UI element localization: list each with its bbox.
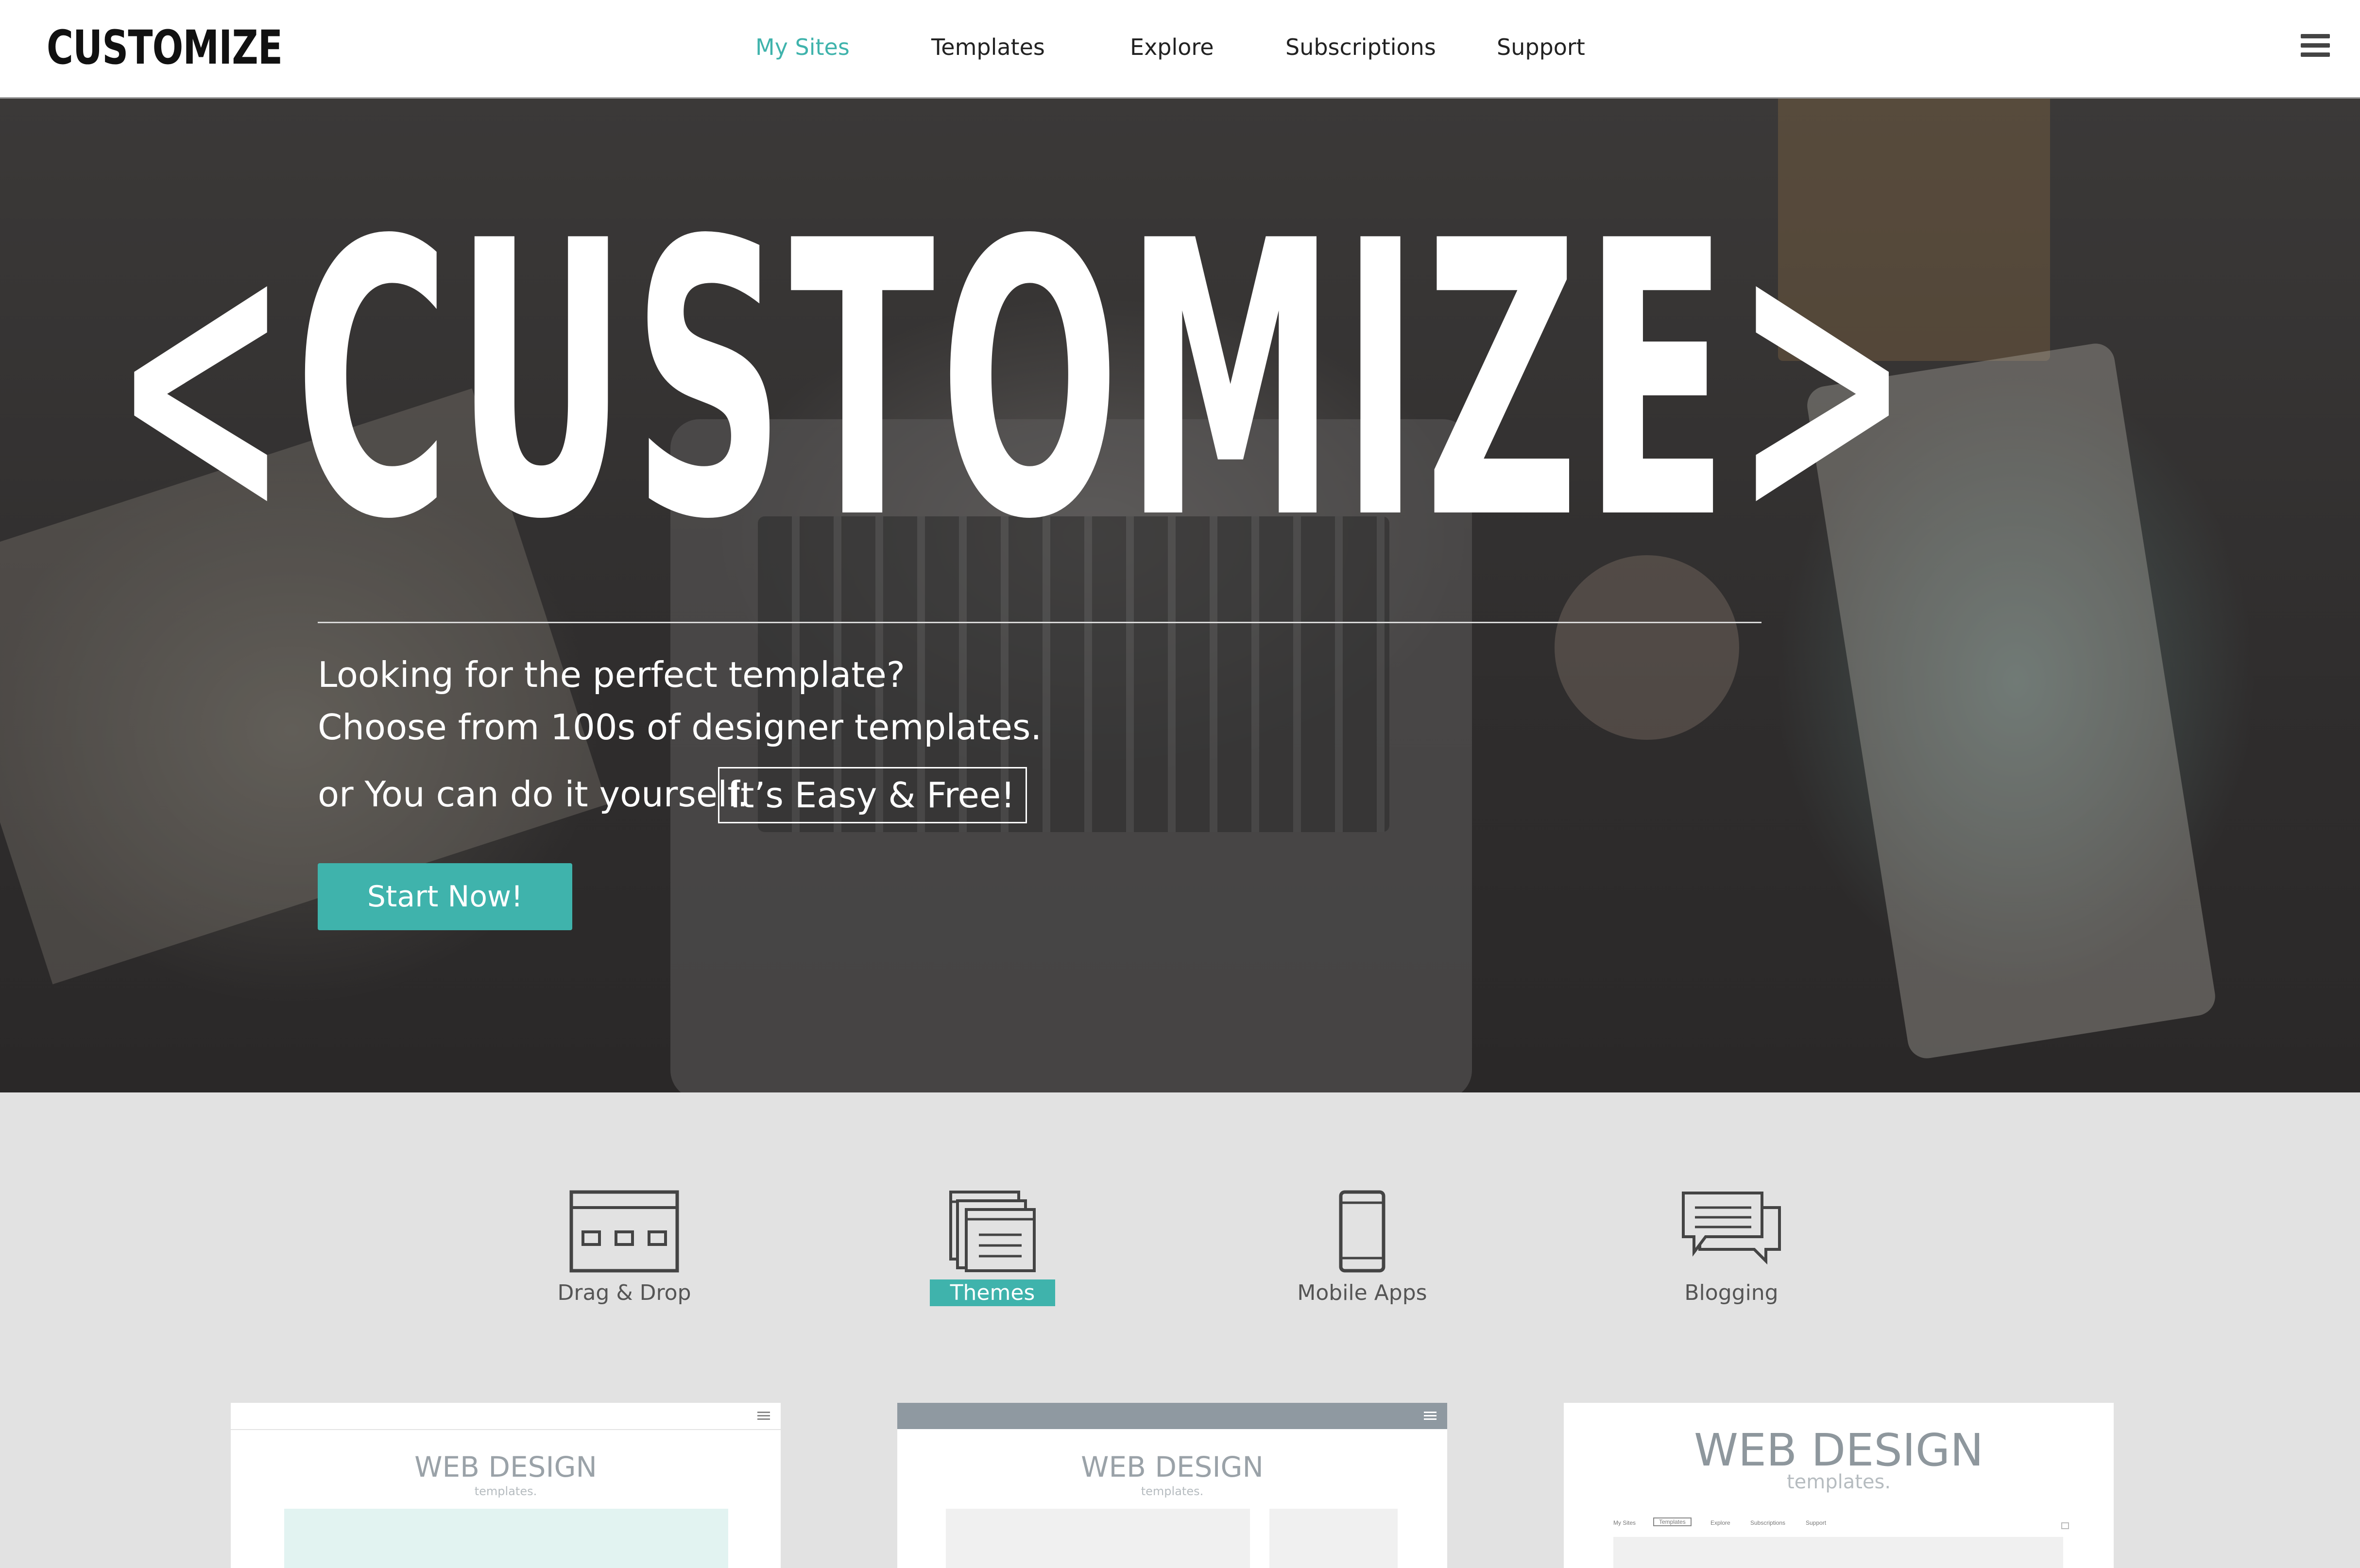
brand-logo[interactable]: CUSTOMIZE [47, 20, 283, 75]
template-card-header [231, 1403, 781, 1430]
themes-icon [949, 1191, 1036, 1272]
mini-hamburger-icon [757, 1412, 770, 1422]
feature-label-themes: Themes [929, 1279, 1056, 1306]
template-card-mini-nav: My Sites Templates Explore Subscriptions… [1613, 1517, 2060, 1529]
mini-nav-item: Support [1806, 1519, 1827, 1526]
hero-tagline-1: Looking for the perfect template? [318, 654, 905, 695]
template-card-subtitle: templates. [474, 1484, 537, 1498]
feature-mobile-apps[interactable]: Mobile Apps [1275, 1190, 1450, 1306]
template-card-subtitle: templates. [1141, 1484, 1204, 1498]
template-card-content-block [1613, 1537, 2063, 1568]
feature-label-mobile-apps: Mobile Apps [1297, 1280, 1427, 1305]
template-card-subtitle: templates. [1786, 1471, 1891, 1493]
template-card-title: WEB DESIGN [1081, 1450, 1264, 1483]
template-card-3[interactable]: WEB DESIGN templates. My Sites Templates… [1564, 1403, 2114, 1568]
top-navigation-bar: CUSTOMIZE My Sites Templates Explore Sub… [0, 0, 2360, 99]
mini-nav-item: Subscriptions [1750, 1519, 1786, 1526]
template-card-2[interactable]: WEB DESIGN templates. [897, 1403, 1447, 1568]
hero-tagline-3: or You can do it yourself. [318, 774, 749, 815]
nav-item-subscriptions[interactable]: Subscriptions [1285, 34, 1436, 60]
nav-item-templates[interactable]: Templates [931, 34, 1045, 60]
mini-nav-item: Explore [1710, 1519, 1730, 1526]
template-card-content-block [946, 1509, 1250, 1568]
start-now-button[interactable]: Start Now! [318, 863, 572, 930]
hero-headline: <CUSTOMIZE> [112, 161, 1916, 602]
drag-drop-icon [569, 1190, 679, 1273]
template-card-sidebar-block [1269, 1509, 1398, 1568]
template-card-title: WEB DESIGN [414, 1450, 597, 1483]
hero-divider [318, 622, 1761, 623]
mini-menu-icon [2061, 1522, 2069, 1529]
hamburger-icon[interactable] [2301, 34, 2330, 58]
feature-label-blogging: Blogging [1684, 1280, 1779, 1305]
template-card-title: WEB DESIGN [1693, 1424, 1984, 1476]
template-card-1[interactable]: WEB DESIGN templates. [231, 1403, 781, 1568]
feature-label-drag-drop: Drag & Drop [557, 1280, 691, 1305]
feature-drag-drop[interactable]: Drag & Drop [537, 1190, 712, 1306]
nav-item-support[interactable]: Support [1497, 34, 1585, 60]
template-card-header [897, 1403, 1447, 1429]
hero-section: <CUSTOMIZE> Looking for the perfect temp… [0, 99, 2360, 1092]
nav-item-my-sites[interactable]: My Sites [755, 34, 850, 60]
easy-free-badge: It’s Easy & Free! [718, 767, 1027, 823]
mobile-icon [1339, 1190, 1385, 1273]
mini-nav-item: Templates [1653, 1517, 1692, 1526]
nav-item-explore[interactable]: Explore [1130, 34, 1214, 60]
chat-icon [1682, 1192, 1781, 1265]
mini-hamburger-icon [1424, 1412, 1437, 1422]
template-card-hero-block [284, 1509, 728, 1568]
feature-themes[interactable]: Themes [905, 1190, 1080, 1306]
feature-blogging[interactable]: Blogging [1644, 1190, 1819, 1306]
mini-nav-item: My Sites [1613, 1519, 1636, 1526]
hero-tagline-2: Choose from 100s of designer templates. [318, 707, 1042, 748]
